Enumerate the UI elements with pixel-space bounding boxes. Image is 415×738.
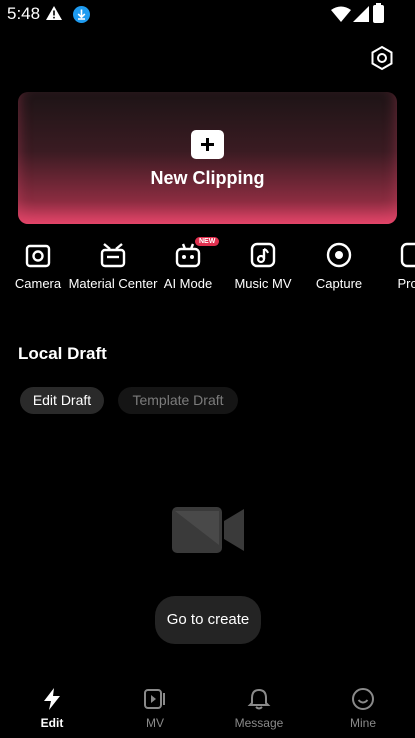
tab-template-draft[interactable]: Template Draft	[118, 387, 238, 414]
feature-row: Camera Material Center AI Mode Music MV	[0, 240, 415, 310]
signal-icon	[353, 6, 369, 22]
nav-mv[interactable]: MV	[103, 678, 207, 730]
status-bar: 5:48	[0, 0, 415, 30]
prom-icon	[400, 242, 415, 268]
feature-prom[interactable]: Prom	[368, 240, 415, 291]
new-clipping-label: New Clipping	[150, 168, 265, 188]
new-clipping-card[interactable]: New Clipping	[18, 92, 397, 224]
warning-icon	[46, 6, 62, 20]
nav-message[interactable]: Message	[207, 678, 311, 730]
video-camera-icon	[172, 507, 244, 553]
mv-play-icon	[144, 689, 165, 709]
camera-icon	[25, 244, 51, 268]
music-note-icon	[250, 242, 276, 268]
nav-label: Mine	[349, 716, 376, 730]
nav-label: Edit	[40, 716, 64, 730]
battery-icon	[373, 3, 384, 23]
nav-mine[interactable]: Mine	[311, 678, 415, 730]
bottom-nav: Edit MV Message Mine	[0, 678, 415, 738]
local-draft-title: Local Draft	[18, 344, 107, 363]
feature-label: Prom	[397, 276, 415, 291]
nav-label: Message	[234, 716, 284, 730]
status-time: 5:48	[7, 4, 41, 23]
go-to-create-button[interactable]: Go to create	[155, 596, 261, 644]
nav-label: MV	[146, 716, 164, 730]
new-badge: NEW	[195, 237, 220, 246]
download-icon	[73, 6, 90, 23]
plus-icon	[191, 130, 224, 159]
smiley-icon	[352, 688, 374, 710]
nav-edit[interactable]: Edit	[0, 678, 104, 730]
settings-hexagon-icon[interactable]	[368, 44, 396, 72]
tab-edit-draft[interactable]: Edit Draft	[20, 387, 104, 414]
wifi-icon	[331, 6, 351, 22]
capture-icon	[326, 242, 352, 268]
lightning-icon	[44, 688, 60, 710]
material-center-icon	[100, 243, 126, 268]
bell-icon	[247, 688, 271, 710]
